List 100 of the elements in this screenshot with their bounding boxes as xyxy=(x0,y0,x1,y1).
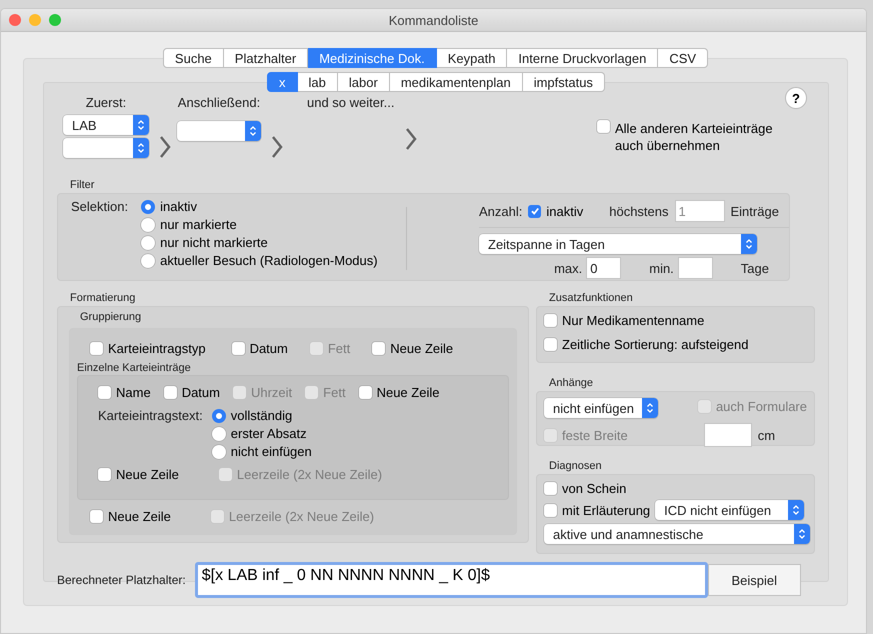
section-title: Zusatzfunktionen xyxy=(549,292,634,304)
checkbox[interactable] xyxy=(90,510,103,523)
updown-arrows-icon xyxy=(646,402,654,414)
zoom-button[interactable] xyxy=(49,14,61,26)
radio-label: nicht einfügen xyxy=(230,444,312,459)
checkbox-label: feste Breite xyxy=(562,428,628,442)
radio-label: inaktiv xyxy=(160,199,197,214)
updown-arrows-icon xyxy=(792,504,800,516)
tab[interactable]: impfstatus xyxy=(522,72,605,92)
radio-label: nur nicht markierte xyxy=(160,235,268,250)
radio-label: erster Absatz xyxy=(230,426,307,441)
checkbox[interactable] xyxy=(597,120,610,133)
unit-label: cm xyxy=(758,428,776,442)
checkbox-label: Nur Medikamentenname xyxy=(562,313,704,328)
checkbox-label: Neue Zeile xyxy=(376,385,440,400)
icd-dropdown[interactable]: ICD nicht einfügen xyxy=(655,500,804,520)
radio-button[interactable] xyxy=(141,218,156,232)
tab[interactable]: lab xyxy=(298,72,338,92)
tab[interactable]: Platzhalter xyxy=(224,48,308,68)
radio-button[interactable] xyxy=(212,408,226,422)
minimize-button[interactable] xyxy=(29,14,41,26)
checkbox[interactable] xyxy=(98,468,111,481)
updown-arrows-icon xyxy=(137,119,145,131)
computed-label: Berechneter Platzhalter: xyxy=(57,573,186,587)
radio-button[interactable] xyxy=(141,200,156,214)
max-days-field[interactable]: 0 xyxy=(586,257,622,279)
chevron-right-icon xyxy=(405,127,417,151)
tab[interactable]: CSV xyxy=(658,48,708,68)
checkbox[interactable] xyxy=(544,482,557,495)
checkbox[interactable] xyxy=(544,314,557,327)
section-title: Einzelne Karteieinträge xyxy=(77,362,192,374)
min-days-label: min. xyxy=(649,260,674,276)
updown-arrows-icon xyxy=(249,125,257,137)
tab[interactable]: x xyxy=(267,72,298,92)
checkbox-label: Neue Zeile xyxy=(390,341,454,356)
width-field[interactable] xyxy=(704,423,752,447)
chevron-right-icon xyxy=(271,135,283,159)
checkbox-label: Uhrzeit xyxy=(250,385,292,400)
checkbox-label: Karteieintragstyp xyxy=(108,341,206,356)
checkbox[interactable] xyxy=(232,342,245,355)
updown-arrows-icon xyxy=(745,238,753,250)
checkbox-label: Leerzeile (2x Neue Zeile) xyxy=(236,467,382,482)
updown-arrows-icon xyxy=(798,528,806,540)
radio-button[interactable] xyxy=(141,254,156,268)
checkbox[interactable] xyxy=(544,338,557,351)
checkbox-label: Name xyxy=(116,385,151,400)
then-label: Anschließend: xyxy=(178,95,260,110)
tab[interactable]: Interne Druckvorlagen xyxy=(507,48,658,68)
radio-label: nur markierte xyxy=(160,217,237,232)
first-label: Zuerst: xyxy=(86,95,126,110)
tab[interactable]: labor xyxy=(338,72,390,92)
checkbox-label: Datum xyxy=(182,385,220,400)
help-button[interactable]: ? xyxy=(785,87,807,109)
checkbox[interactable] xyxy=(98,386,111,399)
etc-label: und so weiter... xyxy=(307,95,394,110)
count-label: Anzahl: xyxy=(479,204,522,218)
period-dropdown[interactable]: Zeitspanne in Tagen xyxy=(479,234,757,254)
dropdown[interactable] xyxy=(63,138,149,158)
days-label: Tage xyxy=(740,260,769,276)
checkbox[interactable] xyxy=(528,204,542,218)
dropdown[interactable] xyxy=(177,121,261,141)
checkbox[interactable] xyxy=(544,504,557,516)
updown-arrows-icon xyxy=(137,142,145,154)
radio-label: aktueller Besuch (Radiologen-Modus) xyxy=(160,253,378,268)
diagnosis-kind-dropdown[interactable]: aktive und anamnestische xyxy=(544,524,810,544)
tab[interactable]: Medizinische Dok. xyxy=(308,48,437,68)
window-title: Kommandoliste xyxy=(388,12,478,28)
checkbox-label: mit Erläuterung xyxy=(562,502,650,518)
min-days-field[interactable] xyxy=(678,257,713,279)
checkbox[interactable] xyxy=(164,386,177,399)
section-title: Gruppierung xyxy=(80,311,142,323)
example-button[interactable]: Beispiel xyxy=(708,564,801,596)
max-label: höchstens xyxy=(609,204,668,218)
checkbox-label: Zeitliche Sortierung: aufsteigend xyxy=(562,337,748,352)
tab[interactable]: Suche xyxy=(162,48,224,68)
section-title: Diagnosen xyxy=(549,460,603,472)
dropdown[interactable]: LAB xyxy=(63,115,149,135)
section-title: Anhänge xyxy=(549,377,594,389)
checkbox-label: Neue Zeile xyxy=(108,509,171,524)
chevron-right-icon xyxy=(159,135,171,159)
checkbox-label: Alle anderen Karteieinträge auch übernehmen xyxy=(615,120,774,154)
placeholder-field[interactable]: $[x LAB inf _ 0 NN NNNN NNNN _ K 0]$ xyxy=(194,562,708,598)
checkbox[interactable] xyxy=(90,342,103,355)
checkbox[interactable] xyxy=(372,342,386,355)
checkbox-label: inaktiv xyxy=(546,204,584,218)
section-title: Filter xyxy=(70,179,96,191)
attachments-dropdown[interactable]: nicht einfügen xyxy=(544,398,658,418)
checkbox-label: Fett xyxy=(328,341,350,356)
close-button[interactable] xyxy=(9,14,21,26)
checkbox-label: Leerzeile (2x Neue Zeile) xyxy=(228,509,374,524)
tab[interactable]: medikamentenplan xyxy=(390,72,523,92)
checkbox-label: Fett xyxy=(323,385,346,400)
checkbox[interactable] xyxy=(358,386,372,399)
radio-button[interactable] xyxy=(212,444,226,458)
radio-label: vollständig xyxy=(230,408,292,423)
radio-button[interactable] xyxy=(141,236,156,250)
radio-button[interactable] xyxy=(212,426,226,440)
selection-label: Selektion: xyxy=(71,199,128,216)
tab[interactable]: Keypath xyxy=(436,48,508,68)
section-title: Formatierung xyxy=(70,292,136,304)
